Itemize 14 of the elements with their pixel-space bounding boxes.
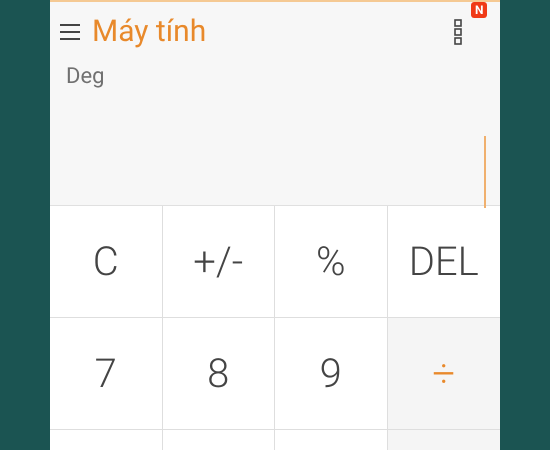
- notification-badge: N: [471, 2, 488, 18]
- overflow-menu-icon[interactable]: [454, 19, 462, 45]
- calculator-key[interactable]: [162, 430, 275, 450]
- calculator-key[interactable]: %: [275, 206, 388, 318]
- calculator-key[interactable]: [388, 430, 500, 450]
- calculator-key[interactable]: 8: [162, 318, 275, 430]
- calculator-key[interactable]: +/-: [162, 206, 275, 318]
- app-title: Máy tính: [92, 17, 206, 47]
- calculator-key[interactable]: 9: [275, 318, 388, 430]
- text-cursor: [484, 136, 486, 208]
- calculator-key[interactable]: C: [50, 206, 162, 318]
- menu-icon[interactable]: [60, 23, 80, 41]
- calculator-key[interactable]: 7: [50, 318, 162, 430]
- angle-mode-label: Deg: [66, 66, 104, 88]
